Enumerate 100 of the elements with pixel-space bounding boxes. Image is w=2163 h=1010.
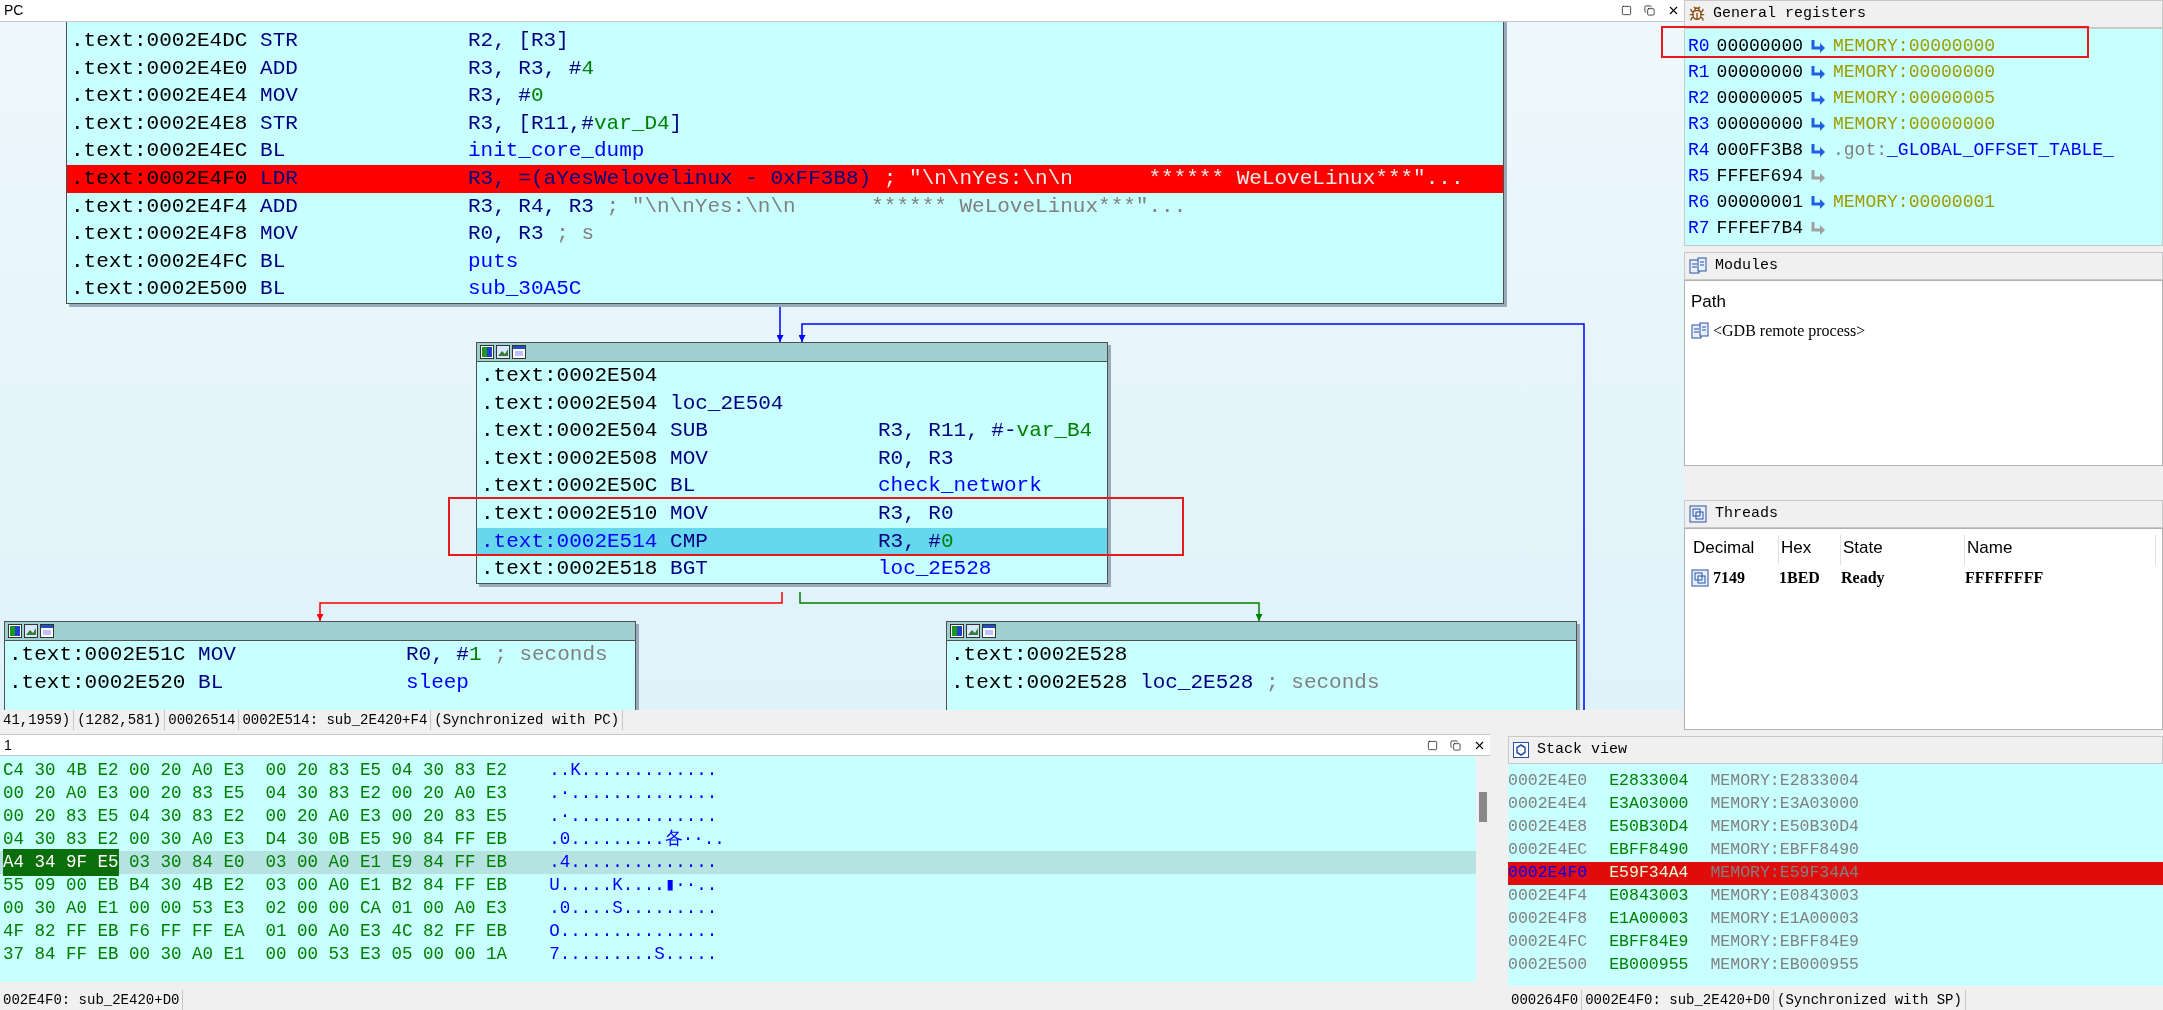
maximize-icon[interactable] <box>1621 5 1632 16</box>
register-target: MEMORY:00000000 <box>1833 34 1996 58</box>
hex-bytes: 00 00 53 E3 <box>265 943 382 967</box>
window-icon[interactable] <box>982 624 996 638</box>
status-text: (Synchronized with SP) <box>1774 990 1966 1010</box>
stack-target: MEMORY:EBFF84E9 <box>1710 931 1859 954</box>
restore-icon[interactable] <box>1450 739 1461 751</box>
register-name: R1 <box>1688 60 1710 84</box>
hex-bytes: 03 00 A0 E1 <box>265 874 382 898</box>
column-header[interactable]: Hex <box>1779 535 1841 565</box>
status-text: 000264F0 <box>1508 990 1583 1010</box>
palette-icon[interactable] <box>480 345 494 359</box>
stack-value: E0843003 <box>1609 885 1689 908</box>
hex-bytes: 00 30 A0 E1 <box>3 897 119 921</box>
palette-icon[interactable] <box>8 624 22 638</box>
code-line: .text:0002E508 MOV R0, R3 <box>480 445 955 472</box>
palette-icon[interactable] <box>950 624 964 638</box>
hex-bytes: 02 00 00 CA <box>265 897 382 921</box>
hex-bytes: 03 30 84 E0 <box>129 851 245 875</box>
hex-bytes: 04 30 83 E2 <box>129 805 245 829</box>
table-cell-text: <GDB remote process> <box>1713 321 1866 342</box>
code-line: .text:0002E528 loc_2E528 ; seconds <box>950 669 1381 696</box>
panel-title: Stack view <box>1537 739 1627 760</box>
status-text: 0002E514: sub_2E420+F4 <box>239 710 432 730</box>
ascii-text: .0....S......... <box>549 897 718 921</box>
hex-bytes: 00 20 A0 E3 <box>265 805 382 829</box>
restore-icon[interactable] <box>1644 5 1655 16</box>
hex-bytes: 05 00 00 1A <box>391 943 508 967</box>
register-target: .got:_GLOBAL_OFFSET_TABLE_ <box>1833 138 2114 162</box>
code-line: .text:0002E510 MOV R3, R0 <box>480 500 955 527</box>
table-cell-text: 1BED <box>1779 568 1820 588</box>
stack-target: MEMORY:E0843003 <box>1710 885 1859 908</box>
stack-value: EBFF84E9 <box>1609 931 1689 954</box>
panel-title: PC <box>3 1 24 20</box>
register-value[interactable]: 00000000 <box>1716 58 1803 86</box>
window-icon[interactable] <box>512 345 526 359</box>
stack-address: 0002E4F0 <box>1508 862 1588 885</box>
register-value[interactable]: 00000000 <box>1716 110 1803 138</box>
hex-bytes: 90 84 FF EB <box>391 828 508 852</box>
image-icon[interactable] <box>966 624 980 638</box>
register-value[interactable]: 00000001 <box>1716 188 1803 216</box>
column-header[interactable]: Name <box>1965 535 2156 565</box>
hex-bytes: C4 30 4B E2 <box>3 759 119 783</box>
ascii-text: .·.............. <box>549 805 718 829</box>
ascii-text: U.....K....▮··.. <box>549 874 718 898</box>
ascii-text: .4.............. <box>549 851 718 875</box>
register-value[interactable]: FFFEF7B4 <box>1716 214 1803 242</box>
code-line: .text:0002E504 SUB R3, R11, #-var_B4 <box>480 418 1094 445</box>
register-value[interactable]: 000FF3B8 <box>1716 136 1803 164</box>
register-target: MEMORY:00000000 <box>1833 60 1996 84</box>
register-value[interactable]: FFFEF694 <box>1716 162 1803 190</box>
hex-bytes: B2 84 FF EB <box>391 874 508 898</box>
hex-bytes: 00 20 A0 E3 <box>391 782 508 806</box>
ascii-text: ..K............. <box>549 759 718 783</box>
status-text: (Synchronized with PC) <box>431 710 624 730</box>
stack-target: MEMORY:EB000955 <box>1710 954 1859 977</box>
close-icon[interactable] <box>1667 4 1680 17</box>
code-line: .text:0002E528 <box>950 642 1129 668</box>
code-line: .text:0002E50C BL check_network <box>480 473 1043 500</box>
status-text: 0002E4F0: sub_2E420+D0 <box>1582 990 1775 1010</box>
hex-bytes: 37 84 FF EB <box>3 943 119 967</box>
panel-title: 1 <box>3 735 12 755</box>
hex-bytes: 00 20 A0 E3 <box>3 782 119 806</box>
register-value[interactable]: 00000000 <box>1716 32 1803 60</box>
ascii-text: 7.........S..... <box>549 943 718 967</box>
stack-target: MEMORY:E59F34A4 <box>1710 862 1859 885</box>
code-line: .text:0002E500 BL sub_30A5C <box>70 276 583 303</box>
register-target: MEMORY:00000001 <box>1833 190 1996 214</box>
status-text: (1282,581) <box>74 710 166 730</box>
stack-address: 0002E4E4 <box>1508 793 1588 816</box>
stack-value: E1A00003 <box>1609 908 1689 931</box>
thread-icon <box>1691 569 1709 587</box>
register-name: R6 <box>1688 190 1710 214</box>
hex-bytes: 03 00 A0 E1 <box>265 851 382 875</box>
modules-icon <box>1689 257 1707 275</box>
code-line: .text:0002E504 loc_2E504 <box>480 390 785 417</box>
threads-icon <box>1689 505 1707 523</box>
stack-value: E2833004 <box>1609 770 1689 793</box>
panel-title: Threads <box>1715 503 1778 524</box>
stack-address: 0002E4F8 <box>1508 908 1588 931</box>
stack-address: 0002E4F4 <box>1508 885 1588 908</box>
status-text: 002E4F0: sub_2E420+D0 <box>0 990 184 1010</box>
hex-bytes: 00 30 A0 E3 <box>129 828 245 852</box>
stack-address: 0002E500 <box>1508 954 1588 977</box>
stack-target: MEMORY:E2833004 <box>1710 770 1859 793</box>
column-header[interactable]: State <box>1841 535 1965 565</box>
register-target: MEMORY:00000000 <box>1833 112 1996 136</box>
hex-bytes: 00 30 A0 E1 <box>129 943 245 967</box>
column-header[interactable]: Path <box>1691 289 1726 317</box>
image-icon[interactable] <box>24 624 38 638</box>
window-icon[interactable] <box>40 624 54 638</box>
table-cell-text: Ready <box>1841 568 1885 589</box>
stack-value: EBFF8490 <box>1609 839 1689 862</box>
panel-title: Modules <box>1715 255 1778 276</box>
register-name: R4 <box>1688 138 1710 162</box>
maximize-icon[interactable] <box>1427 739 1438 751</box>
image-icon[interactable] <box>496 345 510 359</box>
code-line: .text:0002E4FC BL puts <box>70 248 520 275</box>
column-header[interactable]: Decimal <box>1691 535 1779 565</box>
register-value[interactable]: 00000005 <box>1716 84 1803 112</box>
